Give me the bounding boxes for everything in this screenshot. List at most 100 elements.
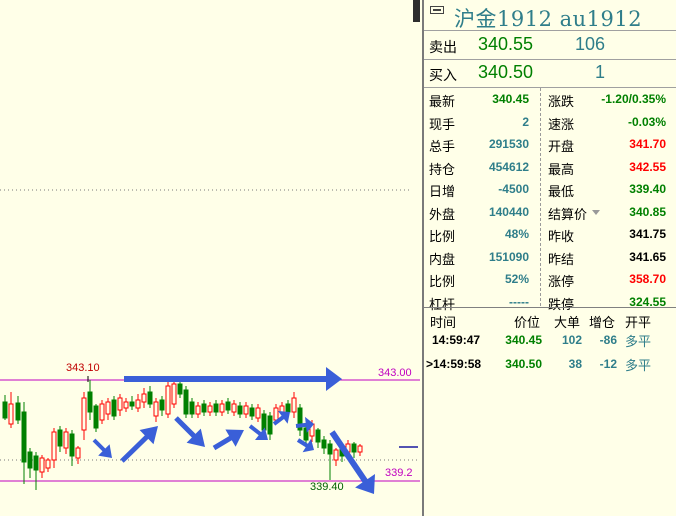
annotation-arrow bbox=[124, 367, 342, 391]
candle-body bbox=[51, 431, 57, 461]
candle-body bbox=[261, 413, 267, 431]
trade-type: 多平 bbox=[625, 334, 652, 349]
candle-body bbox=[291, 397, 297, 413]
stat-value-inner-volume: 151090 bbox=[488, 249, 529, 264]
candle-body bbox=[213, 403, 219, 413]
stat-label-open: 开盘 bbox=[548, 139, 575, 154]
annotation-arrows bbox=[92, 367, 375, 494]
trade-price: 340.45 bbox=[505, 333, 542, 347]
candle-body bbox=[93, 405, 99, 429]
stats-row: 最新 340.45 涨跌 -1.20/0.35% bbox=[424, 88, 676, 111]
scrollbar-thumb[interactable] bbox=[413, 0, 420, 22]
candle-body bbox=[231, 403, 237, 413]
stat-value-latest: 340.45 bbox=[492, 92, 529, 106]
stats-row: 外盘 140440 结算价 340.85 bbox=[424, 201, 676, 224]
annotation-arrow bbox=[212, 429, 244, 451]
candle-body bbox=[333, 449, 339, 461]
candle-body bbox=[135, 399, 141, 409]
trades-header-time: 时间 bbox=[430, 315, 457, 330]
stat-label-volume: 总手 bbox=[429, 139, 456, 154]
upper-level-label: 343.00 bbox=[378, 367, 412, 379]
candle-body bbox=[117, 397, 123, 411]
stats-row: 比例 48% 昨收 341.75 bbox=[424, 223, 676, 246]
candle-body bbox=[21, 411, 27, 463]
candle-body bbox=[123, 401, 129, 409]
instrument-title: 沪金1912 au1912 bbox=[454, 7, 643, 31]
stat-value-open: 341.70 bbox=[629, 137, 666, 151]
candle-body bbox=[243, 405, 249, 415]
candle-body bbox=[183, 389, 189, 415]
stat-value-high: 342.55 bbox=[629, 159, 666, 174]
annotation-arrow bbox=[174, 416, 205, 447]
candle-body bbox=[279, 405, 285, 413]
candlestick-chart-pane[interactable]: 343.10 339.40 343.00 339.2 bbox=[0, 0, 420, 516]
stat-label-latest: 最新 bbox=[429, 94, 456, 109]
stat-label-low: 最低 bbox=[548, 184, 575, 199]
candle-body bbox=[99, 403, 105, 421]
stat-label-settlement: 结算价 bbox=[548, 206, 588, 222]
trade-time: 14:59:47 bbox=[432, 333, 481, 347]
trade-oi-change: -86 bbox=[599, 333, 617, 347]
candle-body bbox=[219, 403, 225, 413]
stat-label-oi-change: 日增 bbox=[429, 184, 456, 199]
trade-size: 102 bbox=[561, 333, 582, 347]
candle-body bbox=[225, 401, 231, 411]
candle-body bbox=[81, 397, 87, 431]
candle-body bbox=[33, 455, 39, 471]
stat-value-prev-close: 341.75 bbox=[629, 227, 666, 241]
stats-row: 比例 52% 涨停 358.70 bbox=[424, 268, 676, 291]
link-icon[interactable] bbox=[430, 6, 444, 14]
stat-label-limit-up: 涨停 bbox=[548, 274, 575, 289]
low-price-marker: 339.40 bbox=[310, 481, 344, 493]
stat-label-outer-volume: 外盘 bbox=[429, 206, 456, 222]
candle-body bbox=[87, 391, 93, 413]
candle-body bbox=[75, 447, 81, 459]
candle-body bbox=[351, 443, 357, 453]
candlestick-chart[interactable] bbox=[0, 0, 420, 516]
ask-price[interactable]: 340.55 bbox=[478, 34, 533, 55]
stats-row: 现手 2 速涨 -0.03% bbox=[424, 111, 676, 134]
stat-value-oi-change: -4500 bbox=[498, 182, 529, 196]
trade-row[interactable]: >14:59:58 340.50 38 -12 多平 bbox=[424, 354, 676, 378]
quote-panel: 沪金1912 au1912 卖出 340.55 106 买入 340.50 1 … bbox=[424, 0, 676, 516]
stats-grid: 最新 340.45 涨跌 -1.20/0.35% 现手 2 速涨 -0.03% … bbox=[424, 88, 676, 313]
stat-value-volume: 291530 bbox=[488, 137, 529, 151]
stat-label-speed: 速涨 bbox=[548, 116, 575, 132]
trade-price: 340.50 bbox=[505, 357, 542, 371]
candle-body bbox=[249, 407, 255, 417]
trades-list[interactable]: 14:59:47 340.45 102 -86 多平 >14:59:58 340… bbox=[424, 330, 676, 378]
candle-body bbox=[189, 401, 195, 415]
instrument-header: 沪金1912 au1912 bbox=[424, 0, 676, 31]
candle-body bbox=[105, 401, 111, 415]
ask-label: 卖出 bbox=[429, 39, 457, 55]
stat-label-outer-ratio: 比例 bbox=[429, 229, 456, 244]
candle-body bbox=[63, 431, 69, 449]
stats-row: 日增 -4500 最低 339.40 bbox=[424, 178, 676, 201]
annotation-arrow bbox=[92, 438, 112, 458]
bid-price[interactable]: 340.50 bbox=[478, 62, 533, 83]
candle-body bbox=[273, 407, 279, 421]
candle-series bbox=[2, 380, 363, 490]
candle-body bbox=[171, 383, 177, 405]
trade-row[interactable]: 14:59:47 340.45 102 -86 多平 bbox=[424, 330, 676, 354]
candle-body bbox=[237, 405, 243, 415]
candle-body bbox=[153, 401, 159, 417]
stat-label-leverage: 杠杆 bbox=[429, 296, 456, 312]
stat-label-prev-close: 昨收 bbox=[548, 229, 575, 244]
bid-label: 买入 bbox=[429, 67, 457, 83]
candle-body bbox=[315, 429, 321, 443]
high-price-marker: 343.10 bbox=[66, 362, 100, 374]
candle-body bbox=[39, 457, 45, 473]
trade-size: 38 bbox=[568, 357, 582, 371]
candle-body bbox=[129, 401, 135, 407]
stat-label-limit-down: 跌停 bbox=[548, 296, 575, 312]
stat-label-open-interest: 持仓 bbox=[429, 161, 456, 177]
trades-header-size: 大单 bbox=[554, 315, 581, 330]
candle-body bbox=[27, 451, 33, 469]
candle-body bbox=[267, 415, 273, 435]
bid-row: 买入 340.50 1 bbox=[424, 59, 676, 88]
stat-value-prev-settlement: 341.65 bbox=[629, 249, 666, 264]
stat-value-settlement: 340.85 bbox=[629, 204, 666, 219]
stat-value-outer-ratio: 48% bbox=[504, 227, 529, 241]
stat-label-prev-settlement: 昨结 bbox=[548, 251, 575, 267]
